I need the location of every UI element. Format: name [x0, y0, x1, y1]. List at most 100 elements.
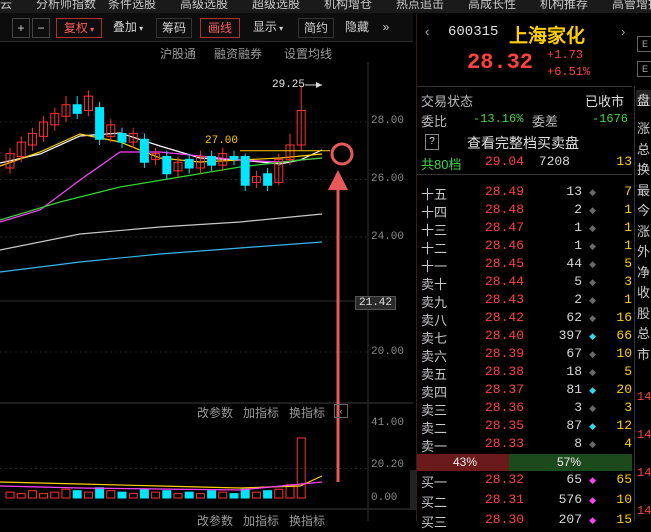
weibi-value: -13.16%	[473, 112, 524, 126]
asks-count: 10	[616, 346, 632, 361]
asks-row[interactable]: 十三 28.47 1 ◆ 1	[417, 220, 632, 238]
volume-bar	[16, 493, 26, 499]
weicha-label: 委差	[532, 114, 559, 129]
total-levels-row: 共80档 29.04 7208 13	[417, 154, 632, 172]
help-icon[interactable]: ?	[425, 134, 439, 150]
volume-bar	[83, 491, 93, 499]
asks-row[interactable]: 十四 28.48 2 ◆ 1	[417, 202, 632, 220]
price-change-pct: +6.51%	[547, 65, 591, 79]
asks-count: 5	[624, 364, 632, 379]
asks-level-label: 十四	[421, 205, 448, 220]
menu-item[interactable]: 云	[0, 0, 12, 10]
bids-row[interactable]: 买一 28.32 65 ◆ 65	[417, 472, 632, 490]
draw-line-button[interactable]: 画线	[200, 18, 240, 38]
volume-bar	[117, 491, 127, 499]
asks-row[interactable]: 十一 28.45 44 ◆ 5	[417, 256, 632, 274]
bids-level-label: 买一	[421, 475, 448, 490]
volume-bar	[139, 488, 149, 499]
volume-bar	[61, 488, 71, 499]
side-strip-label: 股	[637, 305, 651, 321]
margin-trading-link[interactable]: 融资融券	[214, 45, 262, 62]
asks-price: 28.40	[485, 328, 525, 343]
side-tab-label: 盘	[637, 93, 651, 108]
modify-params-link[interactable]: 改参数	[197, 404, 233, 421]
asks-row[interactable]: 卖八 28.42 62 ◆ 16	[417, 310, 632, 328]
simple-mode-button[interactable]: 简约	[298, 18, 334, 38]
display-dropdown[interactable]: 显示 ▾	[246, 18, 290, 36]
side-strip-label: 收	[637, 285, 651, 300]
overlay-dropdown[interactable]: 叠加 ▾	[106, 18, 150, 36]
kline-chart[interactable]	[0, 62, 413, 521]
asks-price: 28.47	[485, 220, 525, 235]
volume-bar	[274, 488, 284, 499]
asks-row[interactable]: 卖六 28.39 67 ◆ 10	[417, 346, 632, 364]
level-marker-icon: ◆	[589, 259, 596, 269]
bids-volume: 65	[566, 472, 582, 487]
asks-price: 28.39	[485, 346, 525, 361]
fuquan-dropdown[interactable]: 复权 ▾	[56, 18, 102, 38]
asks-row[interactable]: 十二 28.46 1 ◆ 1	[417, 238, 632, 256]
price-axis-label: 28.00	[371, 115, 405, 127]
set-ma-link[interactable]: 设置均线	[284, 45, 332, 62]
asks-count: 1	[624, 292, 632, 307]
asks-row[interactable]: 卖五 28.38 18 ◆ 5	[417, 364, 632, 382]
menu-item[interactable]: 条件选股	[108, 0, 156, 10]
side-strip-number: 14	[637, 390, 651, 404]
weicha-value: -1676	[592, 112, 629, 126]
bids-row[interactable]: 买三 28.30 207 ◆ 15	[417, 512, 632, 530]
next-stock-icon[interactable]: ›	[621, 24, 625, 39]
asks-row[interactable]: 卖九 28.43 2 ◆ 1	[417, 292, 632, 310]
volume-bar	[50, 491, 60, 499]
high-price-label: 29.25	[272, 79, 306, 91]
volume-bar	[195, 493, 205, 499]
asks-price: 28.49	[485, 184, 525, 199]
zoom-in-button[interactable]: +	[12, 18, 30, 38]
menu-item[interactable]: 机构推荐	[540, 0, 588, 10]
high-callout-arrow-head	[316, 82, 322, 88]
asks-row[interactable]: 十五 28.49 13 ◆ 7	[417, 184, 632, 202]
menu-item[interactable]: 高管增持	[612, 0, 651, 10]
volume-bar	[218, 491, 228, 499]
asks-row[interactable]: 卖一 28.33 8 ◆ 4	[417, 436, 632, 454]
asks-level-label: 十一	[421, 259, 448, 274]
menu-item[interactable]: 机构增仓	[324, 0, 372, 10]
bids-row[interactable]: 买二 28.31 576 ◆ 10	[417, 492, 632, 510]
collapse-icon[interactable]: ‹	[334, 404, 348, 418]
asks-count: 12	[616, 418, 632, 433]
bids-count: 65	[616, 472, 632, 487]
zoom-out-button[interactable]: −	[32, 18, 50, 38]
side-strip-label: 换	[637, 162, 651, 177]
menu-item[interactable]: 分析师指数	[36, 0, 96, 10]
expand-icon[interactable]: E	[637, 61, 651, 77]
chips-button[interactable]: 筹码	[156, 18, 192, 38]
hide-button[interactable]: 隐藏	[340, 18, 374, 36]
asks-row[interactable]: 卖三 28.36 3 ◆ 3	[417, 400, 632, 418]
level-marker-icon: ◆	[589, 295, 596, 305]
menu-item[interactable]: 高成长性	[468, 0, 516, 10]
current-price-tag: 21.42	[355, 296, 397, 310]
asks-level-label: 卖九	[421, 295, 448, 310]
side-strip-label: 今	[637, 203, 651, 218]
switch-indicator-link[interactable]: 换指标	[289, 404, 325, 421]
full-orderbook-link[interactable]: 查看完整档买卖盘	[467, 133, 579, 153]
buy-ratio: 43%	[453, 455, 478, 469]
asks-row[interactable]: 卖十 28.44 5 ◆ 3	[417, 274, 632, 292]
expand-icon[interactable]: E	[637, 36, 651, 52]
asks-count: 7	[624, 184, 632, 199]
menu-item[interactable]: 热点追击	[396, 0, 444, 10]
dropdown-arrow-icon: ▾	[136, 24, 144, 33]
menu-item[interactable]: 超级选股	[252, 0, 300, 10]
add-indicator-link[interactable]: 加指标	[243, 404, 279, 421]
side-strip-label: 总	[637, 141, 651, 157]
asks-row[interactable]: 卖七 28.40 397 ◆ 66	[417, 328, 632, 346]
volume-axis-label: 41.00	[371, 417, 405, 429]
asks-row[interactable]: 卖二 28.35 87 ◆ 12	[417, 418, 632, 436]
hk-connect-link[interactable]: 沪股通	[160, 45, 196, 62]
asks-row[interactable]: 卖四 28.37 81 ◆ 20	[417, 382, 632, 400]
volume-axis-label: 20.20	[371, 459, 405, 471]
prev-stock-icon[interactable]: ‹	[425, 24, 429, 39]
weibi-label: 委比	[421, 114, 448, 129]
menu-item[interactable]: 高级选股	[180, 0, 228, 10]
more-icon[interactable]: »	[378, 18, 394, 36]
candle-down	[229, 156, 239, 160]
